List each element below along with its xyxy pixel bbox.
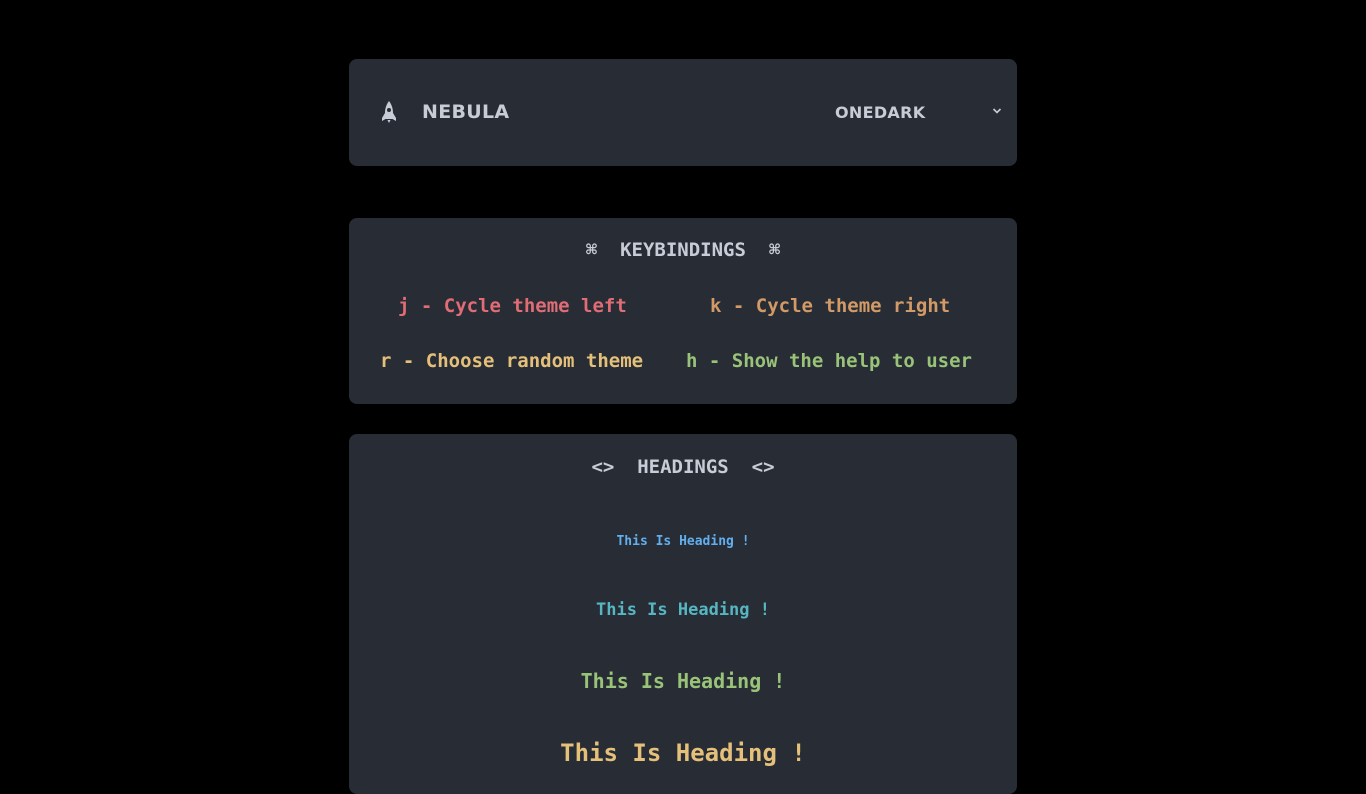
command-icon: ⌘ — [585, 239, 598, 261]
heading-5: This Is Heading ! — [596, 600, 770, 620]
theme-select[interactable]: ONEDARK — [819, 95, 1009, 129]
brand-name: NEBULA — [422, 101, 510, 123]
heading-4: This Is Heading ! — [580, 669, 786, 693]
headings-title-row: <> HEADINGS <> — [349, 456, 1017, 478]
code-icon: <> — [591, 456, 615, 478]
heading-6: This Is Heading ! — [616, 534, 750, 549]
keybindings-title-row: ⌘ KEYBINDINGS ⌘ — [349, 239, 1017, 261]
keybinding-cycle-right: k - Cycle theme right — [710, 295, 951, 317]
keybindings-title: KEYBINDINGS — [620, 239, 746, 261]
theme-select-value[interactable]: ONEDARK — [835, 103, 925, 122]
chevron-down-icon[interactable] — [992, 107, 1002, 115]
keybinding-random-theme: r - Choose random theme — [380, 350, 644, 372]
keybinding-cycle-left: j - Cycle theme left — [398, 295, 627, 317]
code-icon: <> — [751, 456, 775, 478]
keybinding-show-help: h - Show the help to user — [686, 350, 972, 372]
rocket-icon — [382, 101, 396, 123]
heading-3: This Is Heading ! — [560, 739, 806, 767]
headings-title: HEADINGS — [637, 456, 729, 478]
command-icon: ⌘ — [768, 239, 781, 261]
headings-card: <> HEADINGS <> This Is Heading ! This Is… — [349, 434, 1017, 794]
keybindings-card: ⌘ KEYBINDINGS ⌘ j - Cycle theme left k -… — [349, 218, 1017, 404]
header-bar: NEBULA ONEDARK — [349, 59, 1017, 166]
